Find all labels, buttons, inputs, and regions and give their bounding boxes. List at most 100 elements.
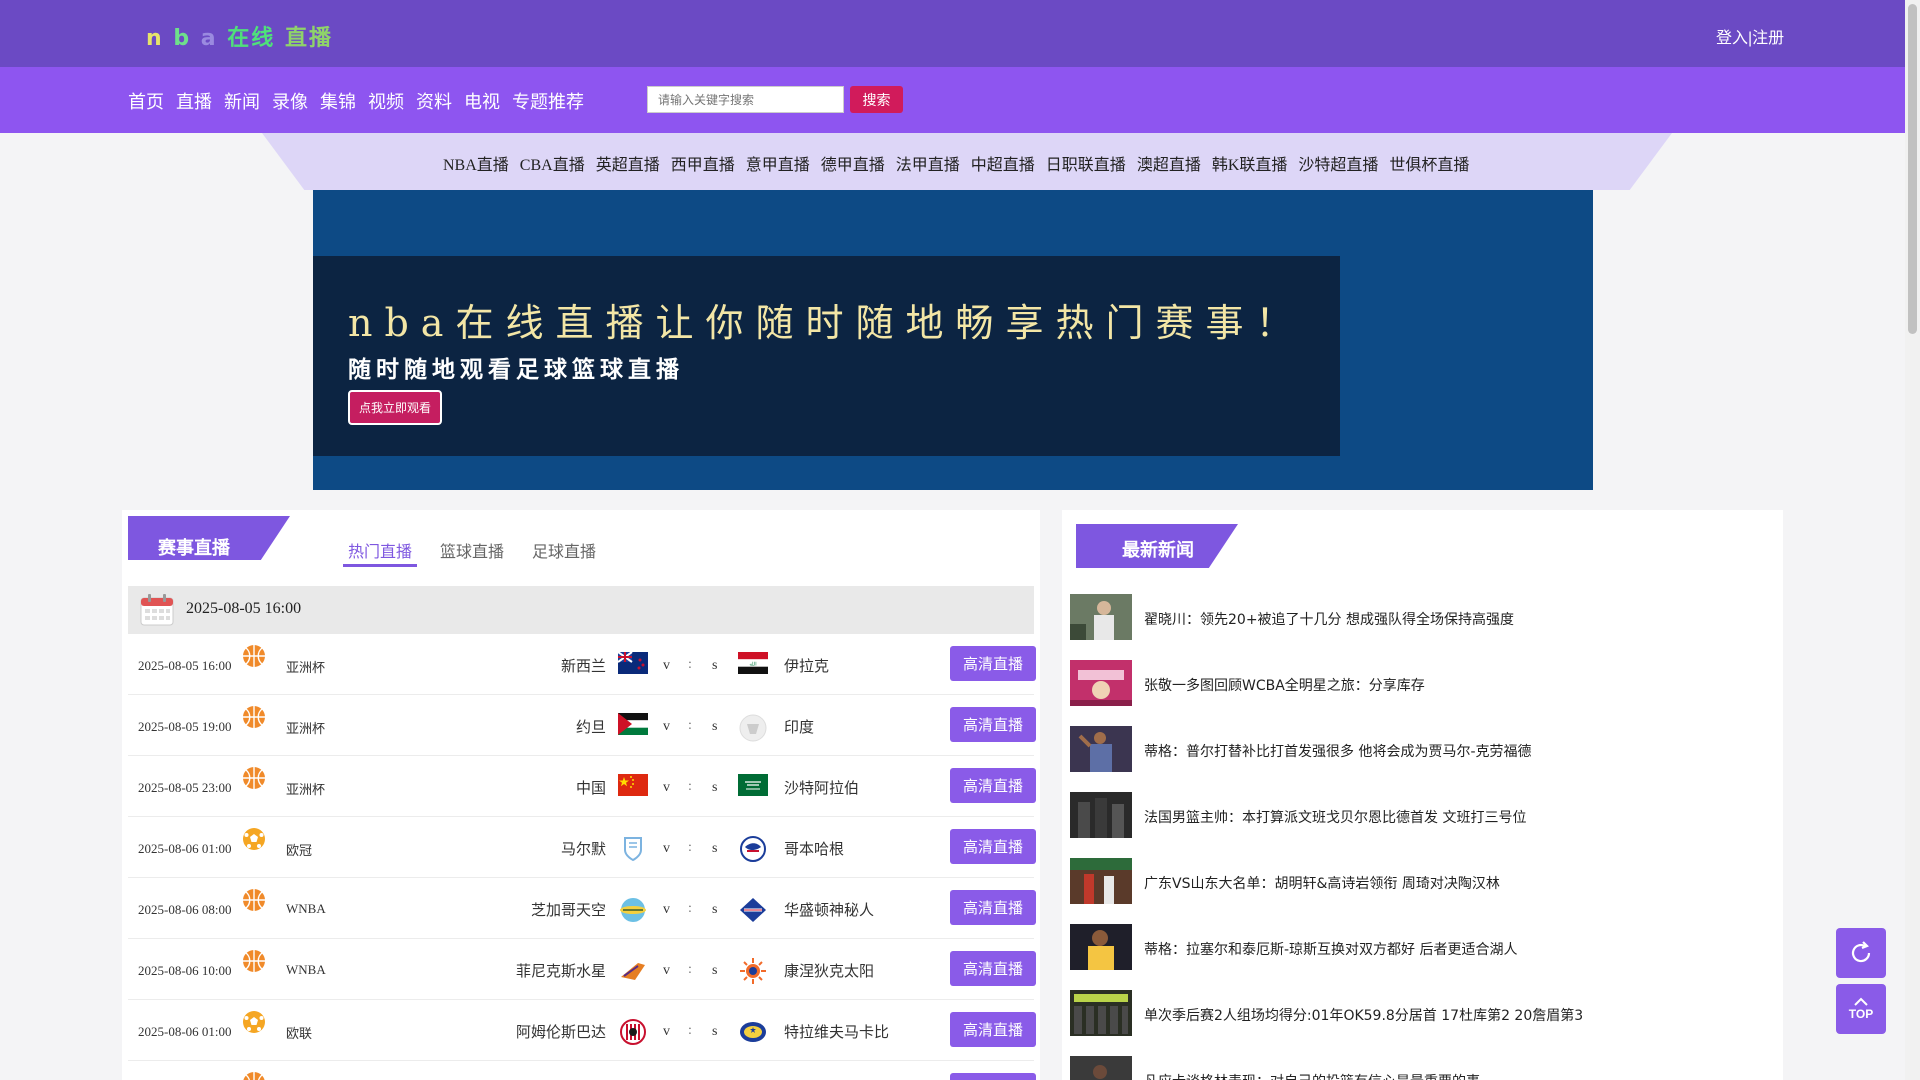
subnav-item-nba[interactable]: NBA直播	[443, 151, 509, 175]
banner-subtitle: 随时随地观看足球篮球直播	[348, 357, 684, 383]
vs-colon: :	[688, 779, 692, 794]
refresh-icon	[1851, 941, 1871, 963]
nav-item-data[interactable]: 资料	[416, 88, 452, 114]
subnav-item-csl[interactable]: 中超直播	[971, 151, 1035, 175]
news-section-title: 最新新闻	[1122, 540, 1194, 561]
home-team[interactable]: 约旦	[576, 716, 606, 737]
vs-s: s	[712, 780, 718, 795]
news-title[interactable]: 法国男篮主帅：本打算派文班戈贝尔恩比德首发 文班打三号位	[1144, 807, 1526, 827]
login-link[interactable]: 登入	[1716, 30, 1748, 47]
home-team[interactable]: 阿姆伦斯巴达	[516, 1021, 606, 1042]
nav-item-news[interactable]: 新闻	[224, 88, 260, 114]
match-time: 2025-08-06 01:00	[138, 841, 232, 856]
hd-live-button[interactable]	[950, 1073, 1036, 1080]
news-title[interactable]: 张敬一多图回顾WCBA全明星之旅：分享库存	[1144, 675, 1425, 695]
banner-title: nba在线直播让你随时随地畅享热门赛事！	[348, 301, 1306, 345]
home-team[interactable]: 菲尼克斯水星	[516, 960, 606, 981]
hd-live-button[interactable]: 高清直播	[950, 707, 1036, 742]
search-button[interactable]: 搜索	[850, 86, 903, 113]
home-team[interactable]: 芝加哥天空	[531, 899, 606, 920]
register-link[interactable]: 注册	[1752, 30, 1784, 47]
basketball-icon	[242, 888, 266, 916]
nav-item-video[interactable]: 视频	[368, 88, 404, 114]
home-team[interactable]: 中国	[576, 777, 606, 798]
subnav-item-cba[interactable]: CBA直播	[520, 151, 585, 175]
hero-banner[interactable]: nba在线直播让你随时随地畅享热门赛事！ 随时随地观看足球篮球直播 点我立即观看	[313, 190, 1593, 490]
vs-colon: :	[688, 718, 692, 733]
vs-v: v	[663, 658, 670, 673]
nav-item-highlights[interactable]: 集锦	[320, 88, 356, 114]
match-row	[128, 1061, 1036, 1080]
away-team[interactable]: 华盛顿神秘人	[784, 899, 874, 920]
hd-live-button[interactable]: 高清直播	[950, 890, 1036, 925]
home-team[interactable]: 新西兰	[561, 655, 606, 676]
hd-live-button[interactable]: 高清直播	[950, 951, 1036, 986]
back-to-top-button[interactable]: TOP	[1836, 984, 1886, 1034]
hd-live-button[interactable]: 高清直播	[950, 646, 1036, 681]
search-input[interactable]	[647, 86, 844, 113]
watch-now-button[interactable]: 点我立即观看	[348, 390, 442, 425]
news-title[interactable]: 蒂格：拉塞尔和泰厄斯-琼斯互换对双方都好 后者更适合湖人	[1144, 939, 1518, 959]
scrollbar-thumb[interactable]	[1908, 4, 1917, 334]
news-title[interactable]: 单次季后赛2人组场均得分:01年OK59.8分居首 17杜库第2 20詹眉第3	[1144, 1005, 1583, 1025]
search-bar: 搜索	[647, 86, 903, 113]
subnav-item-jleague[interactable]: 日职联直播	[1046, 151, 1126, 175]
subnav-item-seriea[interactable]: 意甲直播	[746, 151, 810, 175]
page-scrollbar[interactable]	[1905, 0, 1920, 1080]
match-row: 2025-08-06 01:00 欧联 阿姆伦斯巴达 v : s 特拉维夫马卡比…	[128, 1000, 1036, 1061]
nav-item-home[interactable]: 首页	[128, 88, 164, 114]
refresh-button[interactable]	[1836, 928, 1886, 978]
copenhagen-logo-icon	[738, 835, 768, 867]
subnav-item-club-world-cup[interactable]: 世俱杯直播	[1389, 151, 1469, 175]
nav-item-replay[interactable]: 录像	[272, 88, 308, 114]
news-thumbnail	[1070, 726, 1132, 772]
news-title[interactable]: 凡应卡谈格林表现：对自己的投篮有信心是最重要的事	[1144, 1071, 1480, 1080]
subnav-item-laliga[interactable]: 西甲直播	[671, 151, 735, 175]
china-flag-icon	[618, 774, 648, 800]
maccabi-tel-aviv-logo-icon	[738, 1018, 768, 1050]
chevron-up-icon	[1854, 997, 1868, 1006]
away-team[interactable]: 特拉维夫马卡比	[784, 1021, 889, 1042]
away-team[interactable]: 印度	[784, 716, 814, 737]
subnav-item-bundesliga[interactable]: 德甲直播	[821, 151, 885, 175]
basketball-icon	[242, 705, 266, 733]
subnav-item-epl[interactable]: 英超直播	[596, 151, 660, 175]
nav-item-live[interactable]: 直播	[176, 88, 212, 114]
match-row: 2025-08-05 19:00 亚洲杯 约旦 v : s 印度 高清直播	[128, 695, 1036, 756]
saudi-arabia-flag-icon	[738, 774, 768, 800]
news-thumbnail	[1070, 924, 1132, 970]
subnav-item-saudi[interactable]: 沙特超直播	[1298, 151, 1378, 175]
match-live-panel: 赛事直播 热门直播 篮球直播 足球直播 2025-08-05 16:00 202…	[122, 510, 1040, 1080]
sparta-rotterdam-logo-icon	[618, 1018, 648, 1050]
chicago-sky-logo-icon	[618, 896, 648, 928]
tab-basketball-live[interactable]: 篮球直播	[435, 538, 509, 567]
india-team-logo-icon	[738, 713, 768, 747]
nav-item-topics[interactable]: 专题推荐	[512, 88, 584, 114]
news-title[interactable]: 翟晓川：领先20+被追了十几分 想成强队得全场保持高强度	[1144, 609, 1514, 629]
site-logo[interactable]: n b a 在线 直播	[146, 20, 333, 52]
news-title[interactable]: 蒂格：普尔打替补比打首发强很多 他将会成为贾马尔-克劳福德	[1144, 741, 1532, 761]
home-team[interactable]: 马尔默	[561, 838, 606, 859]
subnav-item-ligue1[interactable]: 法甲直播	[896, 151, 960, 175]
away-team[interactable]: 伊拉克	[784, 655, 829, 676]
match-list: 2025-08-05 16:00 亚洲杯 新西兰 v : s الله 伊拉克 …	[128, 634, 1036, 1080]
vs-v: v	[663, 841, 670, 856]
subnav-item-kleague[interactable]: 韩K联直播	[1212, 151, 1288, 175]
subnav-item-aleague[interactable]: 澳超直播	[1137, 151, 1201, 175]
main-nav: 首页 直播 新闻 录像 集锦 视频 资料 电视 专题推荐	[128, 88, 596, 114]
away-team[interactable]: 哥本哈根	[784, 838, 844, 859]
vs-s: s	[712, 841, 718, 856]
nav-item-tv[interactable]: 电视	[464, 88, 500, 114]
league-name: WNBA	[286, 962, 326, 977]
news-thumbnail	[1070, 594, 1132, 640]
hd-live-button[interactable]: 高清直播	[950, 768, 1036, 803]
hd-live-button[interactable]: 高清直播	[950, 829, 1036, 864]
tab-hot-live[interactable]: 热门直播	[343, 538, 418, 567]
news-thumbnail	[1070, 858, 1132, 904]
news-thumbnail	[1070, 990, 1132, 1036]
tab-football-live[interactable]: 足球直播	[527, 538, 601, 567]
news-title[interactable]: 广东VS山东大名单：胡明轩&高诗岩领衔 周琦对决陶汉林	[1144, 873, 1500, 893]
away-team[interactable]: 康涅狄克太阳	[784, 960, 874, 981]
hd-live-button[interactable]: 高清直播	[950, 1012, 1036, 1047]
away-team[interactable]: 沙特阿拉伯	[784, 777, 859, 798]
